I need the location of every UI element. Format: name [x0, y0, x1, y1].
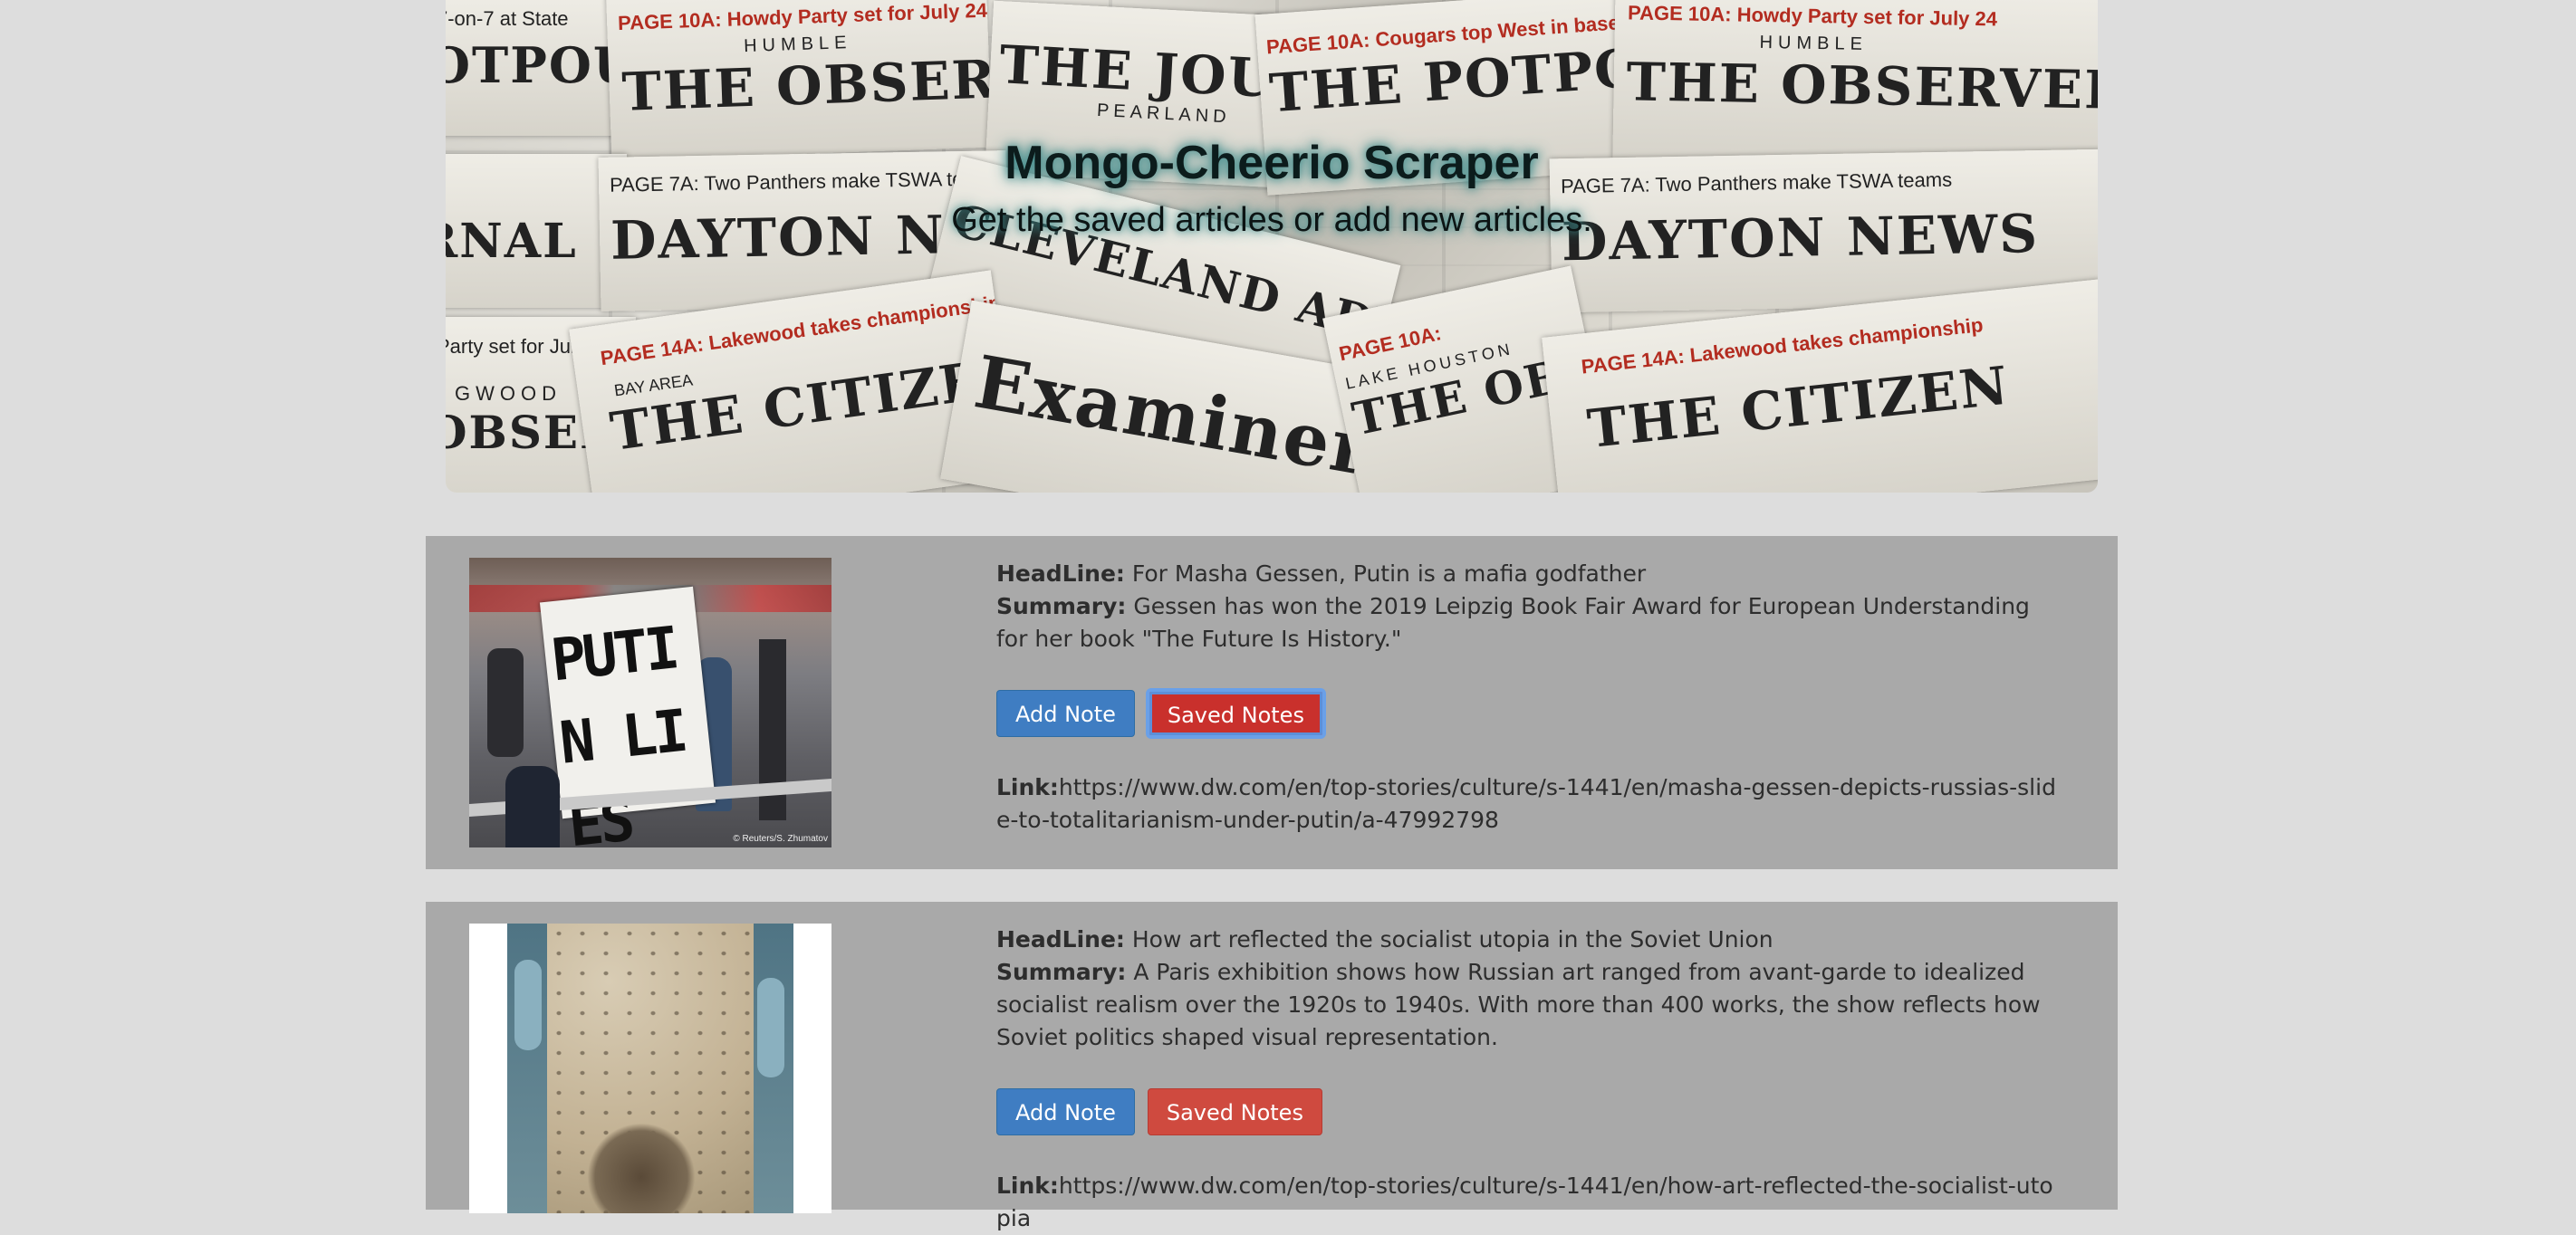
summary-text: Gessen has won the 2019 Leipzig Book Fai… — [996, 593, 2030, 652]
headline-text: For Masha Gessen, Putin is a mafia godfa… — [1131, 560, 1647, 587]
add-note-button[interactable]: Add Note — [996, 1088, 1135, 1135]
newspaper-kicker: PAGE 10A: Howdy Party set for July 24 — [1627, 1, 1998, 31]
article-url[interactable]: https://www.dw.com/en/top-stories/cultur… — [996, 1173, 2053, 1231]
headline-label: HeadLine: — [996, 926, 1125, 953]
link-label: Link: — [996, 774, 1059, 800]
article-summary: Summary: A Paris exhibition shows how Ru… — [996, 956, 2065, 1054]
image-credit: © Reuters/S. Zhumatov — [733, 834, 828, 844]
article-image — [469, 924, 831, 1213]
headline-label: HeadLine: — [996, 560, 1125, 587]
article-link: Link:https://www.dw.com/en/top-stories/c… — [996, 1170, 2065, 1235]
article-headline: HeadLine: For Masha Gessen, Putin is a m… — [996, 558, 2065, 590]
newspaper-masthead: Examiner — [968, 339, 1379, 493]
saved-notes-button[interactable]: Saved Notes — [1147, 690, 1324, 737]
link-label: Link: — [996, 1173, 1059, 1199]
article-actions: Add Note Saved Notes — [996, 1088, 2065, 1139]
article-info: HeadLine: How art reflected the socialis… — [996, 924, 2065, 1235]
page-title: Mongo-Cheerio Scraper — [1004, 137, 1539, 189]
page-subtitle: Get the saved articles or add new articl… — [951, 201, 1592, 239]
article-info: HeadLine: For Masha Gessen, Putin is a m… — [996, 558, 2065, 837]
add-note-button[interactable]: Add Note — [996, 690, 1135, 737]
article-link: Link:https://www.dw.com/en/top-stories/c… — [996, 771, 2065, 837]
headline-text: How art reflected the socialist utopia i… — [1131, 926, 1773, 953]
hero-banner: 7-on-7 at State OTPOURRI PAGE 10A: Howdy… — [446, 0, 2098, 493]
article-headline: HeadLine: How art reflected the socialis… — [996, 924, 2065, 956]
article-actions: Add Note Saved Notes — [996, 690, 2065, 741]
summary-label: Summary: — [996, 593, 1127, 619]
article-card: HeadLine: How art reflected the socialis… — [426, 902, 2118, 1231]
article-card: PUTIN LIES © Reuters/S. Zhumatov HeadLin… — [426, 536, 2118, 869]
article-image: PUTIN LIES © Reuters/S. Zhumatov — [469, 558, 831, 847]
summary-text: A Paris exhibition shows how Russian art… — [996, 959, 2041, 1050]
saved-notes-button[interactable]: Saved Notes — [1147, 1088, 1322, 1135]
newspaper-masthead: THE OBSERVER — [1626, 51, 2098, 122]
summary-label: Summary: — [996, 959, 1127, 985]
article-url[interactable]: https://www.dw.com/en/top-stories/cultur… — [996, 774, 2056, 833]
newspaper-masthead: THE OBSERVER — [620, 43, 993, 123]
article-summary: Summary: Gessen has won the 2019 Leipzig… — [996, 590, 2065, 656]
